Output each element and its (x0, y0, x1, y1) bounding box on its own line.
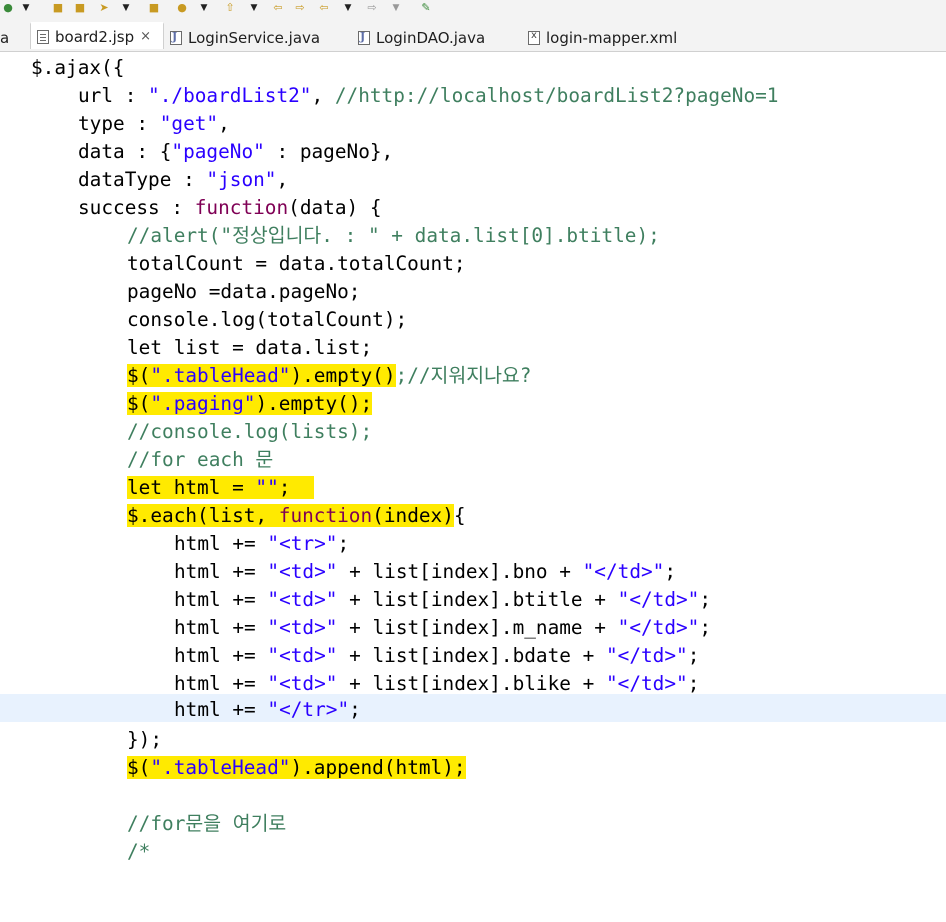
code-line: data : {"pageNo" : pageNo}, (78, 140, 394, 163)
pin-icon[interactable]: ➤ (96, 1, 112, 15)
tab-label: LoginDAO.java (376, 28, 486, 47)
toolbar: ● ▼ ■ ■ ➤ ▼ ■ ● ▼ ⇧ ▼ ⇦ ⇨ ⇦ ▼ ⇨ ▼ ✎ (0, 0, 946, 20)
code-line: /* (127, 840, 151, 863)
tab-label: login-mapper.xml (546, 28, 678, 47)
tab-label: board2.jsp (55, 27, 135, 46)
toolbar-dropdown-icon[interactable]: ▼ (340, 1, 356, 15)
jsp-file-icon (37, 29, 49, 44)
code-line: html += "<td>" + list[index].m_name + "<… (174, 616, 712, 639)
code-line: let html = ""; (0, 474, 946, 502)
code-line: url : "./boardList2", //http://localhost… (78, 84, 779, 107)
toolbar-dropdown-icon[interactable]: ▼ (118, 1, 134, 15)
code-line: //alert("정상입니다. : " + data.list[0].btitl… (127, 224, 660, 247)
code-line: //console.log(lists); (127, 420, 373, 443)
code-line: $.each(list, function(index){ (127, 504, 466, 527)
tab-loginservice-java[interactable]: LoginService.java (170, 24, 320, 51)
back-arrow-icon[interactable]: ⇦ (316, 1, 332, 15)
tab-partial[interactable]: a (0, 24, 9, 51)
code-line: $(".tableHead").append(html); (127, 756, 466, 779)
code-line: html += "<td>" + list[index].bno + "</td… (174, 560, 677, 583)
java-file-icon (170, 30, 182, 45)
tab-login-mapper-xml[interactable]: login-mapper.xml (528, 24, 677, 51)
package-icon[interactable]: ■ (146, 1, 162, 15)
editor-tab-bar: a board2.jsp × LoginService.java LoginDA… (0, 20, 946, 52)
up-arrow-icon[interactable]: ⇧ (222, 1, 238, 15)
code-line: let list = data.list; (127, 336, 373, 359)
toolbar-dropdown-icon[interactable]: ▼ (246, 1, 262, 15)
code-line: html += "<td>" + list[index].bdate + "</… (174, 644, 700, 667)
back-arrow-icon[interactable]: ⇦ (270, 1, 286, 15)
toolbar-dropdown-icon[interactable]: ▼ (196, 1, 212, 15)
code-line: totalCount = data.totalCount; (127, 252, 466, 275)
code-line: pageNo =data.pageNo; (127, 280, 361, 303)
forward-arrow-icon[interactable]: ⇨ (292, 1, 308, 15)
tab-board2-jsp[interactable]: board2.jsp × (30, 22, 164, 49)
code-line: html += "<tr>"; (174, 532, 350, 555)
code-line: $(".paging").empty(); (127, 392, 373, 415)
forward-arrow-icon[interactable]: ⇨ (364, 1, 380, 15)
search-icon[interactable]: ● (174, 1, 190, 15)
code-line: //for문을 여기로 (127, 812, 287, 835)
code-line: //for each 문 (127, 448, 274, 471)
code-line: console.log(totalCount); (127, 308, 408, 331)
code-line: type : "get", (78, 112, 230, 135)
code-line: $.ajax({ (31, 56, 125, 79)
xml-file-icon (528, 30, 540, 45)
code-line-current: html += "</tr>"; (0, 694, 946, 722)
code-line: $(".tableHead").empty();//지워지나요? (127, 364, 532, 387)
code-line: dataType : "json", (78, 168, 289, 191)
code-line: html += "<td>" + list[index].btitle + "<… (174, 588, 712, 611)
open-folder-icon[interactable]: ■ (50, 1, 66, 15)
code-line: }); (127, 728, 163, 751)
java-file-icon (358, 30, 370, 45)
tab-logindao-java[interactable]: LoginDAO.java (358, 24, 485, 51)
toolbar-dropdown-icon[interactable]: ▼ (388, 1, 404, 15)
toolbar-dropdown-icon[interactable]: ▼ (18, 1, 34, 15)
code-line: success : function(data) { (78, 196, 382, 219)
tab-label: LoginService.java (188, 28, 321, 47)
close-icon[interactable]: × (140, 29, 151, 44)
tab-label: a (0, 28, 10, 47)
run-icon[interactable]: ● (0, 1, 16, 15)
code-editor[interactable]: $.ajax({ url : "./boardList2", //http://… (0, 52, 946, 877)
external-icon[interactable]: ✎ (418, 1, 434, 15)
open-folder-icon[interactable]: ■ (72, 1, 88, 15)
